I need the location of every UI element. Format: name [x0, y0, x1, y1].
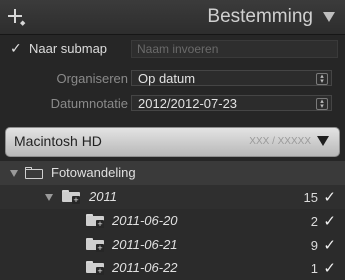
folder-icon [25, 167, 43, 179]
new-folder-icon: + [86, 214, 104, 229]
volume-selector[interactable]: Macintosh HD XXX / XXXXX [5, 127, 340, 157]
folder-row-date[interactable]: + 2011-06-22 1 ✓ [0, 256, 345, 280]
panel-title: Bestemming [207, 6, 313, 27]
folder-row-2011[interactable]: + 2011 15 ✓ [0, 185, 345, 209]
expand-triangle-icon[interactable] [45, 194, 53, 201]
folder-label: 2011-06-20 [112, 213, 178, 228]
folder-label: 2011 [89, 189, 117, 204]
folder-label: Fotowandeling [51, 165, 136, 180]
subfolder-checkbox-icon[interactable]: ✓ [10, 41, 22, 55]
checkmark-icon[interactable]: ✓ [323, 259, 336, 277]
photo-count: 9 [310, 238, 318, 253]
organize-label: Organiseren [56, 71, 128, 86]
photo-count: 15 [303, 190, 318, 205]
panel-header[interactable]: ◆ Bestemming [0, 0, 345, 35]
new-folder-icon: + [62, 190, 80, 205]
collapse-triangle-icon[interactable] [323, 12, 335, 22]
plus-icon[interactable]: ◆ [8, 8, 26, 27]
subfolder-name-input[interactable]: Naam invoeren [131, 40, 338, 58]
select-arrows-icon: ▴ ▾ [316, 98, 328, 110]
volume-name: Macintosh HD [14, 133, 102, 149]
folder-row-root[interactable]: Fotowandeling [0, 161, 345, 185]
volume-free-space: XXX / XXXXX [249, 136, 311, 147]
organize-value: Op datum [138, 71, 196, 86]
organize-select[interactable]: Op datum ▴ ▾ [131, 70, 332, 86]
new-folder-icon: + [86, 238, 104, 253]
date-format-select[interactable]: 2012/2012-07-23 ▴ ▾ [131, 95, 332, 111]
new-folder-icon: + [86, 261, 104, 276]
subfolder-label: Naar submap [29, 41, 108, 56]
photo-count: 2 [310, 214, 318, 229]
folder-row-date[interactable]: + 2011-06-20 2 ✓ [0, 209, 345, 233]
checkmark-icon[interactable]: ✓ [323, 188, 336, 206]
expand-triangle-icon[interactable] [10, 170, 18, 177]
date-format-label: Datumnotatie [50, 96, 128, 111]
checkmark-icon[interactable]: ✓ [323, 236, 336, 254]
folder-label: 2011-06-21 [112, 237, 178, 252]
destination-panel: ◆ Bestemming ✓ Naar submap Naam invoeren… [0, 0, 345, 280]
folder-label: 2011-06-22 [112, 260, 178, 275]
dropdown-triangle-icon[interactable] [317, 136, 329, 146]
folder-row-date[interactable]: + 2011-06-21 9 ✓ [0, 233, 345, 257]
checkmark-icon[interactable]: ✓ [323, 212, 336, 230]
date-format-value: 2012/2012-07-23 [138, 96, 238, 111]
select-arrows-icon: ▴ ▾ [316, 73, 328, 85]
